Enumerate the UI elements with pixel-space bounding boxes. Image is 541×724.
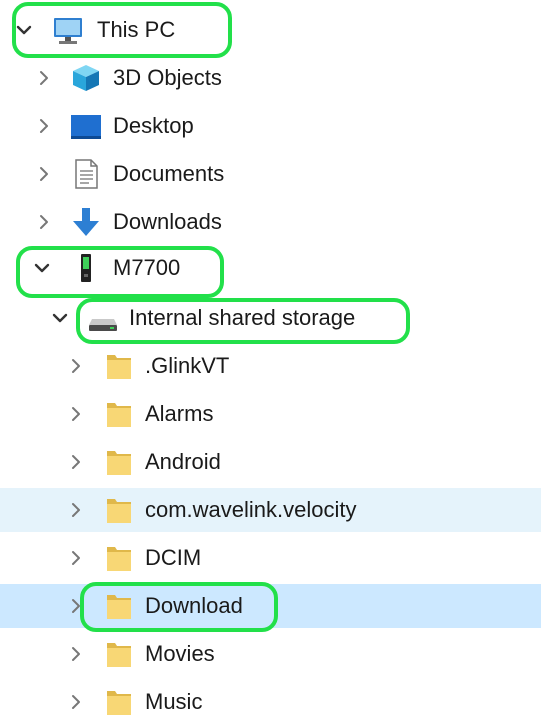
tree-item-label: Movies [145,641,215,666]
chevron-right-icon[interactable] [66,404,86,424]
drive-icon [89,319,117,331]
desktop-icon [71,115,101,139]
chevron-right-icon[interactable] [34,116,54,136]
chevron-right-icon[interactable] [66,548,86,568]
chevron-right-icon[interactable] [66,596,86,616]
chevron-down-icon[interactable] [32,258,52,278]
tree-item-3d-objects[interactable]: 3D Objects [0,56,541,100]
tree-item-label: Documents [113,161,225,186]
tree-item-folder[interactable]: Download [0,584,541,628]
chevron-down-icon[interactable] [50,308,70,328]
tree-item-label: com.wavelink.velocity [145,497,357,522]
chevron-right-icon[interactable] [66,692,86,712]
tree-item-label: Music [145,689,203,714]
chevron-right-icon[interactable] [34,212,54,232]
tree-item-label: 3D Objects [113,65,222,90]
chevron-right-icon[interactable] [34,68,54,88]
tree-item-folder[interactable]: Alarms [0,392,541,436]
tree-item-label: M7700 [113,255,181,280]
tree-item-folder[interactable]: Movies [0,632,541,676]
tree-item-label: Android [145,449,221,474]
chevron-right-icon[interactable] [66,500,86,520]
tree-item-documents[interactable]: Documents [0,152,541,196]
tree-item-folder[interactable]: .GlinkVT [0,344,541,388]
tree-item-internal-shared-storage[interactable]: Internal shared storage [0,296,541,340]
tree-item-label: Internal shared storage [129,305,356,330]
chevron-right-icon[interactable] [66,644,86,664]
chevron-right-icon[interactable] [66,452,86,472]
3d-objects-icon [73,65,99,91]
tree-item-label: Downloads [113,209,222,234]
navigation-tree: This PC 3D Objects Desktop Documents Dow… [0,0,541,716]
tree-item-label: .GlinkVT [145,353,230,378]
folder-icon [107,355,131,379]
computer-icon [54,18,82,44]
chevron-right-icon[interactable] [66,356,86,376]
folder-icon [107,691,131,715]
tree-item-downloads[interactable]: Downloads [0,200,541,244]
tree-item-label: Download [145,593,243,618]
folder-icon [107,595,131,619]
downloads-icon [73,208,99,236]
tree-item-label: This PC [97,17,176,42]
folder-icon [107,547,131,571]
folder-icon [107,643,131,667]
chevron-right-icon[interactable] [34,164,54,184]
chevron-down-icon[interactable] [14,20,34,40]
tree-item-folder[interactable]: com.wavelink.velocity [0,488,541,532]
tree-item-label: DCIM [145,545,202,570]
tree-item-folder[interactable]: Music [0,680,541,724]
documents-icon [75,159,98,189]
tree-item-this-pc[interactable]: This PC [0,8,541,52]
tree-item-label: Desktop [113,113,194,138]
tree-item-m7700[interactable]: M7700 [0,246,541,290]
tree-item-folder[interactable]: Android [0,440,541,484]
tree-item-label: Alarms [145,401,214,426]
tree-item-folder[interactable]: DCIM [0,536,541,580]
folder-icon [107,451,131,475]
tree-item-desktop[interactable]: Desktop [0,104,541,148]
folder-icon [107,403,131,427]
folder-icon [107,499,131,523]
mobile-device-icon [81,254,91,282]
